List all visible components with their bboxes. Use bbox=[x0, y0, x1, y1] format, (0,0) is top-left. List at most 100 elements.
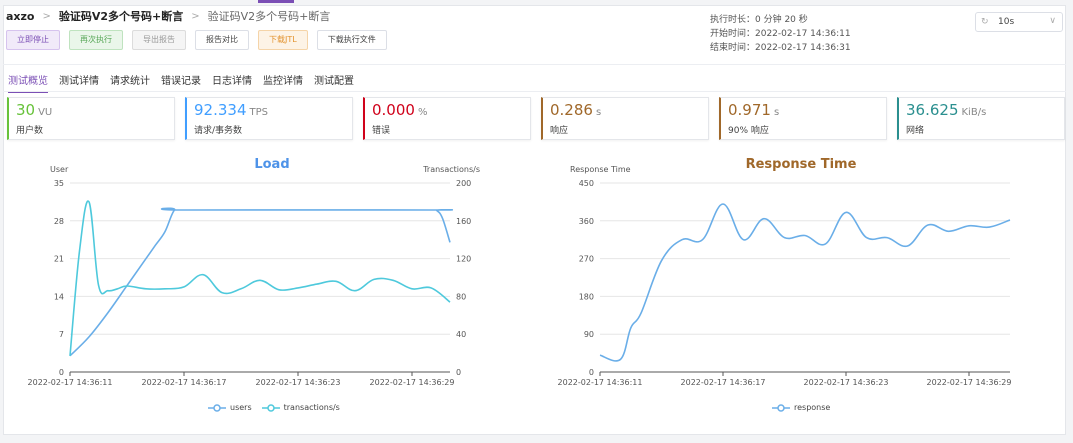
x-tick-label: 2022-02-17 14:36:11 bbox=[28, 378, 113, 387]
legend-marker-icon bbox=[208, 403, 226, 412]
tab-overview[interactable]: 测试概览 bbox=[8, 72, 48, 93]
tab-monitoring[interactable]: 监控详情 bbox=[263, 72, 303, 93]
report-tabs: 测试概览 测试详情 请求统计 错误记录 日志详情 监控详情 测试配置 bbox=[8, 72, 365, 93]
load-chart-legend: users transactions/s bbox=[208, 403, 350, 412]
metric-label: 90% 响应 bbox=[728, 126, 769, 136]
metric-card-p90-response: 0.971 s 90% 响应 bbox=[719, 97, 887, 140]
y-tick-label: 35 bbox=[54, 179, 64, 188]
legend-marker-icon bbox=[261, 403, 280, 412]
y-axis-label: User bbox=[50, 165, 69, 174]
download-jtl-button[interactable]: 下载JTL bbox=[258, 30, 308, 50]
metric-value: 36.625 KiB/s bbox=[906, 101, 986, 119]
breadcrumb: axzo > 验证码V2多个号码+断言 > 验证码V2多个号码+断言 bbox=[6, 8, 330, 24]
export-report-button[interactable]: 导出报告 bbox=[132, 30, 186, 50]
metric-unit: s bbox=[773, 107, 780, 118]
metric-label: 网络 bbox=[906, 126, 925, 136]
metric-unit: VU bbox=[38, 107, 53, 118]
metric-card-network: 36.625 KiB/s 网络 bbox=[897, 97, 1065, 140]
metric-unit: KiB/s bbox=[961, 107, 987, 118]
metric-label: 错误 bbox=[372, 126, 391, 136]
legend-marker-icon bbox=[772, 403, 790, 412]
metric-value: 0.000% bbox=[372, 101, 427, 119]
y2-tick-label: 160 bbox=[456, 217, 471, 226]
y-tick-label: 270 bbox=[579, 255, 594, 264]
legend-label: users bbox=[230, 403, 252, 412]
action-toolbar: 立即停止 再次执行 导出报告 报告对比 下载JTL 下载执行文件 bbox=[6, 30, 396, 50]
load-chart: Load User Transactions/s 0 7 14 21 28 35 0 40 80 120… bbox=[28, 157, 480, 387]
y-tick-label: 90 bbox=[584, 330, 594, 339]
header-divider bbox=[3, 64, 1066, 65]
x-tick-label: 2022-02-17 14:36:23 bbox=[804, 378, 889, 387]
metric-unit: % bbox=[417, 107, 428, 118]
breadcrumb-separator-icon: > bbox=[42, 10, 51, 22]
y2-axis-label: Transactions/s bbox=[422, 165, 480, 174]
y-tick-label: 450 bbox=[579, 179, 594, 188]
metric-number: 30 bbox=[16, 101, 36, 119]
tab-errors[interactable]: 错误记录 bbox=[161, 72, 201, 93]
y2-tick-label: 0 bbox=[456, 368, 461, 377]
breadcrumb-separator-icon: > bbox=[191, 10, 200, 22]
metric-label: 响应 bbox=[550, 126, 569, 136]
tabs-divider bbox=[3, 91, 1066, 92]
end-time-text: 结束时间：2022-02-17 14:36:31 bbox=[710, 43, 851, 53]
legend-item-users[interactable]: users bbox=[208, 403, 252, 412]
response-chart-legend: response bbox=[772, 403, 840, 412]
download-files-button[interactable]: 下载执行文件 bbox=[316, 30, 387, 50]
tab-request-stats[interactable]: 请求统计 bbox=[110, 72, 150, 93]
metric-card-users: 30 VU 用户数 bbox=[7, 97, 175, 140]
y-tick-label: 0 bbox=[59, 368, 64, 377]
y-axis-label: Response Time bbox=[570, 165, 631, 174]
metric-card-errors: 0.000% 错误 bbox=[363, 97, 531, 140]
y-tick-label: 0 bbox=[589, 368, 594, 377]
execution-info: 执行时长：0 分钟 20 秒 开始时间：2022-02-17 14:36:11 … bbox=[710, 13, 851, 55]
x-tick-label: 2022-02-17 14:36:23 bbox=[256, 378, 341, 387]
metric-value: 30 VU bbox=[16, 101, 52, 119]
rerun-button[interactable]: 再次执行 bbox=[69, 30, 123, 50]
breadcrumb-project[interactable]: axzo bbox=[6, 10, 34, 23]
y-tick-label: 180 bbox=[579, 292, 594, 301]
series-line-response bbox=[599, 203, 1011, 362]
response-time-chart: Response Time Response Time 0 90 180 270 360 45… bbox=[558, 157, 1012, 387]
compare-report-button[interactable]: 报告对比 bbox=[195, 30, 249, 50]
y2-tick-label: 80 bbox=[456, 292, 466, 301]
chevron-down-icon: ∨ bbox=[1049, 16, 1056, 26]
y2-tick-label: 40 bbox=[456, 330, 466, 339]
breadcrumb-report: 验证码V2多个号码+断言 bbox=[207, 10, 331, 23]
y-tick-label: 28 bbox=[54, 217, 64, 226]
stop-button[interactable]: 立即停止 bbox=[6, 30, 60, 50]
series-line-transactions-s bbox=[69, 200, 451, 357]
chart-title: Load bbox=[254, 157, 289, 172]
metric-value: 0.971 s bbox=[728, 101, 779, 119]
y-tick-label: 360 bbox=[579, 217, 594, 226]
metric-unit: s bbox=[595, 107, 602, 118]
y-tick-label: 21 bbox=[54, 255, 64, 264]
tab-config[interactable]: 测试配置 bbox=[314, 72, 354, 93]
metric-card-tps: 92.334 TPS 请求/事务数 bbox=[185, 97, 353, 140]
series-line-users bbox=[69, 207, 453, 357]
metric-value: 0.286 s bbox=[550, 101, 601, 119]
top-accent-bar bbox=[258, 0, 294, 3]
metric-number: 0.286 bbox=[550, 101, 593, 119]
metric-label: 用户数 bbox=[16, 126, 44, 136]
legend-label: response bbox=[794, 403, 831, 412]
y-tick-label: 7 bbox=[59, 330, 64, 339]
legend-item-response[interactable]: response bbox=[772, 403, 830, 412]
y2-tick-label: 200 bbox=[456, 179, 471, 188]
metric-number: 92.334 bbox=[194, 101, 247, 119]
refresh-interval-select[interactable]: ↻ 10s ∨ bbox=[975, 12, 1063, 32]
refresh-icon: ↻ bbox=[981, 17, 989, 27]
breadcrumb-scenario[interactable]: 验证码V2多个号码+断言 bbox=[59, 8, 183, 24]
legend-item-transactions[interactable]: transactions/s bbox=[261, 403, 340, 412]
y2-tick-label: 120 bbox=[456, 255, 471, 264]
y-tick-label: 14 bbox=[54, 292, 64, 301]
metric-number: 0.971 bbox=[728, 101, 771, 119]
x-tick-label: 2022-02-17 14:36:17 bbox=[142, 378, 227, 387]
metric-card-response: 0.286 s 响应 bbox=[541, 97, 709, 140]
metric-number: 36.625 bbox=[906, 101, 959, 119]
metric-label: 请求/事务数 bbox=[194, 126, 243, 136]
x-tick-label: 2022-02-17 14:36:29 bbox=[927, 378, 1012, 387]
tab-logs[interactable]: 日志详情 bbox=[212, 72, 252, 93]
refresh-interval-value: 10s bbox=[998, 17, 1015, 27]
x-tick-label: 2022-02-17 14:36:17 bbox=[681, 378, 766, 387]
tab-details[interactable]: 测试详情 bbox=[59, 72, 99, 93]
